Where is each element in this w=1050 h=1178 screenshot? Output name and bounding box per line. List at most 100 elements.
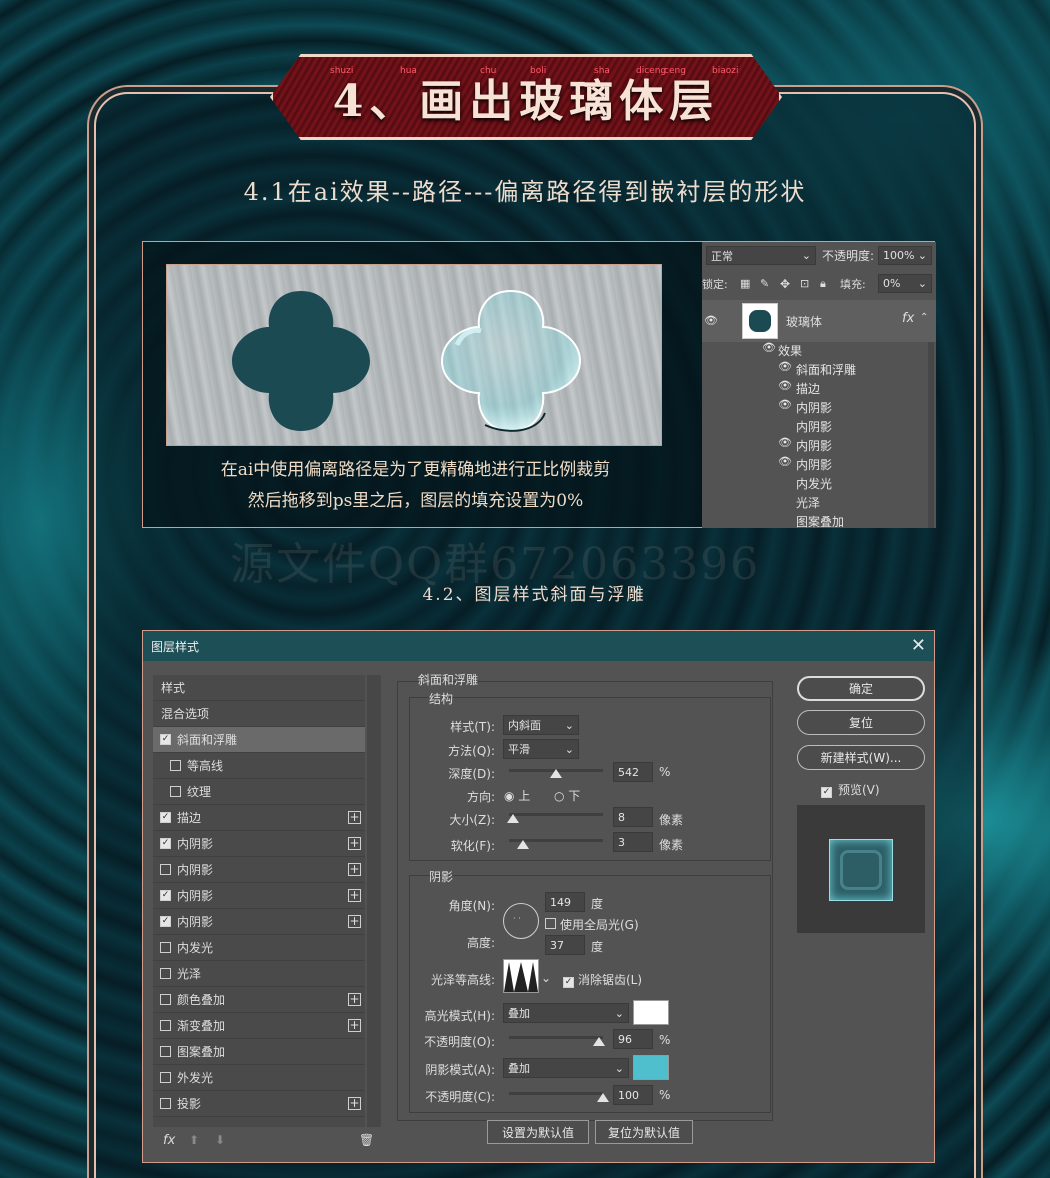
style-checkbox[interactable]: ✓	[160, 734, 171, 745]
layer-row-glass[interactable]: 👁︎ 玻璃体 fx ⌃	[702, 300, 936, 342]
style-checkbox[interactable]	[160, 1020, 171, 1031]
effect-item[interactable]: 内阴影	[796, 418, 832, 435]
layer-visibility-eye-icon[interactable]: 👁︎	[704, 314, 718, 327]
highlight-opacity-input[interactable]: 96	[613, 1029, 653, 1049]
highlight-mode-select[interactable]: 叠加 ⌄	[503, 1003, 629, 1023]
size-slider-track[interactable]	[509, 813, 603, 816]
add-instance-icon[interactable]: +	[348, 837, 361, 850]
add-instance-icon[interactable]: +	[348, 889, 361, 902]
ok-button[interactable]: 确定	[797, 676, 925, 701]
style-list-item[interactable]: 混合选项	[153, 701, 365, 727]
close-icon[interactable]: ✕	[911, 635, 926, 656]
chevron-down-icon[interactable]: ⌄	[541, 971, 551, 985]
lock-artboard-icon[interactable]: ⊡	[800, 277, 809, 290]
style-checkbox[interactable]: ✓	[160, 916, 171, 927]
make-default-button[interactable]: 设置为默认值	[487, 1120, 589, 1144]
effect-item[interactable]: 图案叠加	[796, 513, 844, 528]
style-list-item[interactable]: 样式	[153, 675, 365, 701]
add-instance-icon[interactable]: +	[348, 915, 361, 928]
lock-all-icon[interactable]: 🔒︎	[820, 277, 826, 291]
style-checkbox[interactable]	[160, 1072, 171, 1083]
shadow-opacity-input[interactable]: 100	[613, 1085, 653, 1105]
style-list-item[interactable]: 内阴影 +	[153, 857, 365, 883]
effect-eye-icon[interactable]: 👁︎	[778, 360, 792, 373]
style-list-item[interactable]: 投影 +	[153, 1091, 365, 1117]
add-instance-icon[interactable]: +	[348, 993, 361, 1006]
highlight-color-swatch[interactable]	[633, 1000, 669, 1025]
global-light-checkbox[interactable]: 使用全局光(G)	[545, 916, 639, 933]
shadow-mode-select[interactable]: 叠加 ⌄	[503, 1058, 629, 1078]
style-checkbox[interactable]: ✓	[160, 890, 171, 901]
depth-input[interactable]: 542	[613, 762, 653, 782]
chevron-up-icon[interactable]: ⌃	[920, 312, 928, 323]
style-list-item[interactable]: 内发光	[153, 935, 365, 961]
style-checkbox[interactable]	[160, 1046, 171, 1057]
effect-eye-icon[interactable]: 👁︎	[778, 455, 792, 468]
style-list-item[interactable]: ✓ 内阴影 +	[153, 831, 365, 857]
shadow-opacity-slider-thumb[interactable]	[597, 1093, 609, 1102]
effect-item[interactable]: 内阴影	[796, 456, 832, 473]
trash-icon[interactable]: 🗑︎	[359, 1133, 374, 1147]
lock-move-icon[interactable]: ✥	[780, 277, 790, 291]
preview-checkbox[interactable]: ✓ 预览(V)	[821, 781, 880, 798]
effect-item[interactable]: 斜面和浮雕	[796, 361, 856, 378]
reset-button[interactable]: 复位	[797, 710, 925, 735]
effect-item[interactable]: 内阴影	[796, 399, 832, 416]
effect-item[interactable]: 内发光	[796, 475, 832, 492]
add-instance-icon[interactable]: +	[348, 863, 361, 876]
move-down-icon[interactable]: ⬇	[215, 1133, 225, 1147]
style-list-item[interactable]: ✓ 内阴影 +	[153, 909, 365, 935]
effect-item[interactable]: 描边	[796, 380, 820, 397]
direction-down-radio[interactable]: ○ 下	[554, 787, 580, 804]
add-instance-icon[interactable]: +	[348, 1097, 361, 1110]
effect-eye-icon[interactable]: 👁︎	[778, 436, 792, 449]
depth-slider-thumb[interactable]	[550, 769, 562, 778]
style-select[interactable]: 内斜面 ⌄	[503, 715, 579, 735]
shadow-opacity-slider-track[interactable]	[509, 1092, 603, 1095]
style-list-item[interactable]: 光泽	[153, 961, 365, 987]
lock-transparency-icon[interactable]: ▦	[740, 277, 750, 290]
style-list-item[interactable]: ✓ 描边 +	[153, 805, 365, 831]
style-list-scrollbar[interactable]	[367, 675, 381, 1127]
style-checkbox[interactable]	[160, 968, 171, 979]
style-list-item[interactable]: 外发光	[153, 1065, 365, 1091]
shadow-color-swatch[interactable]	[633, 1055, 669, 1080]
style-checkbox[interactable]	[170, 760, 181, 771]
direction-up-radio[interactable]: ◉ 上	[504, 787, 530, 804]
fill-input[interactable]: 0% ⌄	[878, 274, 932, 293]
style-checkbox[interactable]	[160, 864, 171, 875]
lock-brush-icon[interactable]: ✎	[760, 277, 769, 290]
size-input[interactable]: 8	[613, 807, 653, 827]
style-checkbox[interactable]	[170, 786, 181, 797]
effect-eye-icon[interactable]: 👁︎	[778, 379, 792, 392]
style-checkbox[interactable]: ✓	[160, 838, 171, 849]
highlight-opacity-slider-thumb[interactable]	[593, 1037, 606, 1046]
opacity-input[interactable]: 100% ⌄	[878, 246, 932, 265]
size-slider-thumb[interactable]	[506, 814, 519, 823]
technique-select[interactable]: 平滑 ⌄	[503, 739, 579, 759]
move-up-icon[interactable]: ⬆	[189, 1133, 199, 1147]
effect-item[interactable]: 光泽	[796, 494, 820, 511]
style-list-item[interactable]: 等高线	[153, 753, 365, 779]
angle-input[interactable]: 149	[545, 892, 585, 912]
effect-eye-icon[interactable]: 👁︎	[778, 398, 792, 411]
style-list-item[interactable]: 渐变叠加 +	[153, 1013, 365, 1039]
add-instance-icon[interactable]: +	[348, 1019, 361, 1032]
angle-dial[interactable]: · ·	[503, 903, 539, 939]
layers-scrollbar[interactable]	[928, 342, 934, 528]
gloss-contour-picker[interactable]	[503, 959, 539, 993]
blend-mode-select[interactable]: 正常 ⌄	[706, 246, 816, 265]
antialias-checkbox[interactable]: ✓ 消除锯齿(L)	[563, 971, 642, 988]
new-style-button[interactable]: 新建样式(W)...	[797, 745, 925, 770]
style-list-item[interactable]: 图案叠加	[153, 1039, 365, 1065]
style-list-item[interactable]: ✓ 斜面和浮雕	[153, 727, 365, 753]
effect-item[interactable]: 内阴影	[796, 437, 832, 454]
effects-eye-icon[interactable]: 👁︎	[762, 341, 776, 354]
style-list-item[interactable]: ✓ 内阴影 +	[153, 883, 365, 909]
style-list-item[interactable]: 颜色叠加 +	[153, 987, 365, 1013]
style-checkbox[interactable]	[160, 1098, 171, 1109]
style-list-item[interactable]: 纹理	[153, 779, 365, 805]
fx-icon[interactable]: fx	[902, 311, 914, 326]
soften-slider-thumb[interactable]	[517, 840, 530, 849]
style-checkbox[interactable]	[160, 942, 171, 953]
